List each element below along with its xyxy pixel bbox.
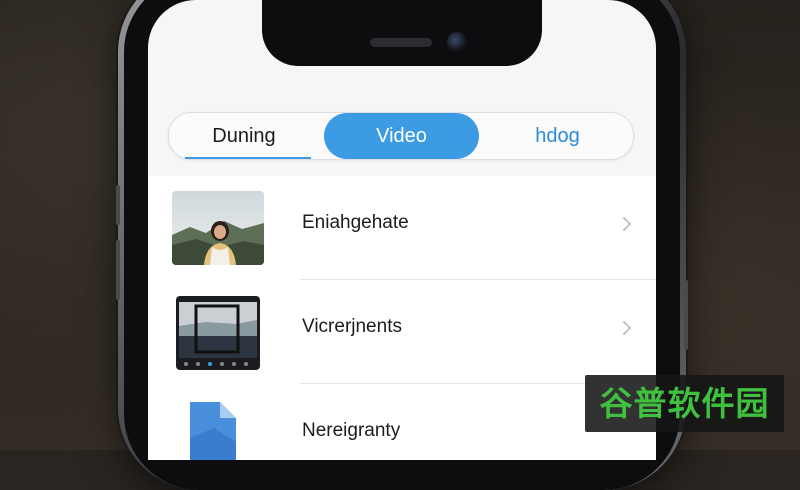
list-item-title: Eniahgehate: [302, 212, 409, 233]
watermark-text: 谷普软件园: [599, 385, 770, 422]
tab-duning[interactable]: Duning: [169, 113, 319, 159]
side-button-left: [116, 185, 120, 225]
portrait-thumbnail: [172, 191, 264, 265]
list-item-title: Vicrerjnents: [302, 316, 402, 337]
file-icon: [186, 398, 246, 460]
phone-notch: [262, 0, 542, 66]
tab-video[interactable]: Video: [324, 113, 479, 159]
editor-thumbnail: [176, 296, 260, 370]
content-list: Eniahgehate Vicrerjnents Nereigranty: [148, 176, 656, 460]
list-item[interactable]: Nereigranty: [148, 384, 656, 460]
side-button-left-2: [116, 240, 120, 300]
watermark-logo: 谷普软件园: [585, 375, 784, 432]
segmented-control: Duning Video hdog: [168, 112, 634, 160]
earpiece-speaker: [370, 38, 432, 47]
side-button-right: [684, 280, 688, 350]
tab-label: Duning: [212, 125, 276, 147]
list-item[interactable]: Eniahgehate: [148, 176, 656, 280]
tab-underline: [185, 157, 311, 159]
list-item[interactable]: Vicrerjnents: [148, 280, 656, 384]
front-camera: [447, 32, 467, 52]
chevron-right-icon: [623, 321, 631, 335]
tab-label: hdog: [535, 125, 580, 147]
chevron-right-icon: [623, 217, 631, 231]
tab-label: Video: [376, 125, 427, 147]
phone-screen: Duning Video hdog Eniahgehate Vicrerjnen…: [148, 0, 656, 460]
tab-hdog[interactable]: hdog: [484, 113, 631, 159]
list-item-title: Nereigranty: [302, 420, 401, 441]
